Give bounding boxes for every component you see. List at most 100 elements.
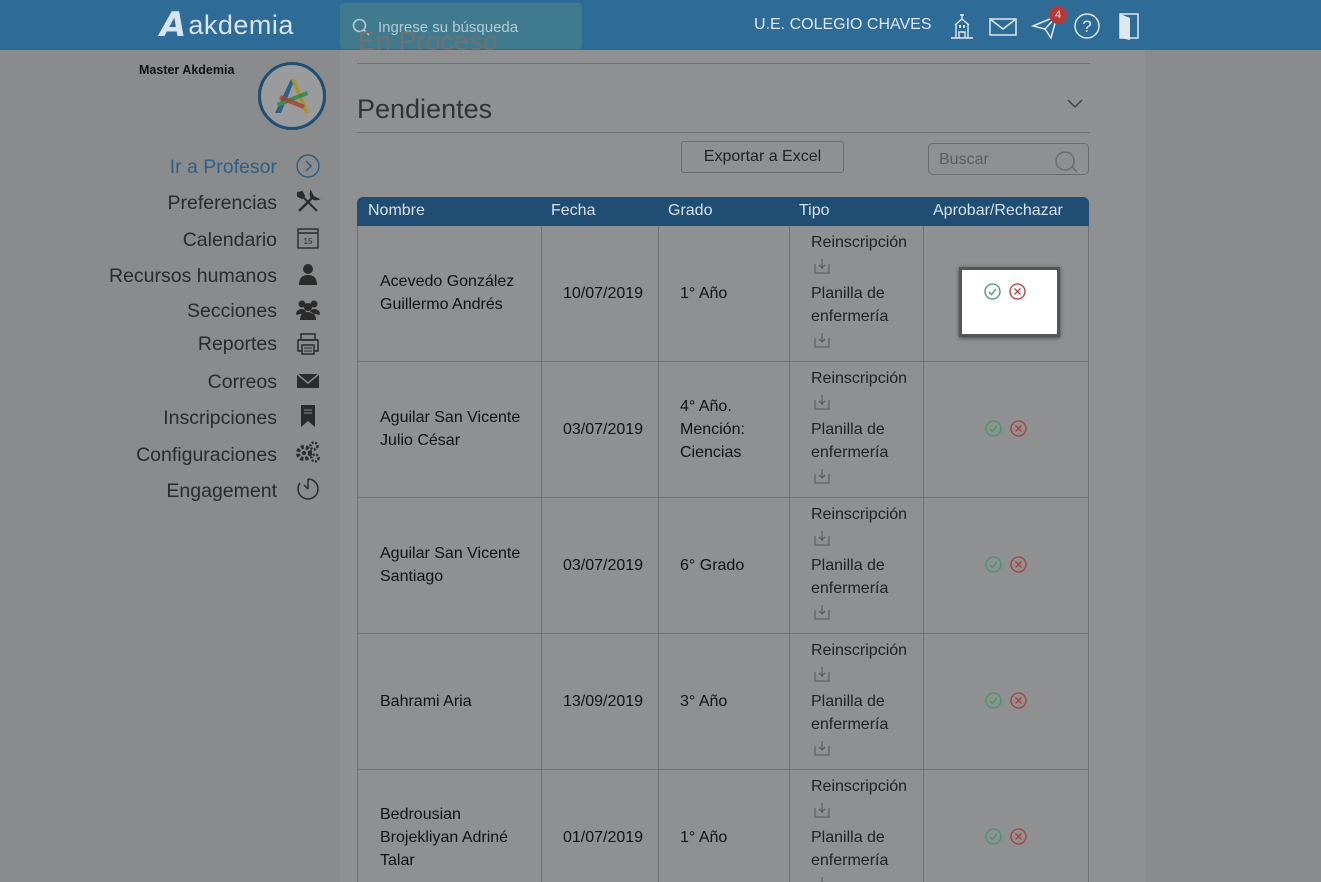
mail-icon[interactable] — [988, 11, 1018, 41]
sidebar: Master Akdemia Ir a Profesor Preferencia… — [0, 50, 340, 882]
date-cell: 03/07/2019 — [563, 557, 644, 574]
tools-icon[interactable] — [295, 189, 321, 215]
sidebar-item-recursos-humanos[interactable]: Recursos humanos — [109, 265, 277, 288]
sidebar-item-ir-a-profesor[interactable]: Ir a Profesor — [170, 156, 277, 179]
arrow-circle-icon[interactable] — [295, 153, 321, 179]
calendar-day: 15 — [304, 237, 313, 246]
tipo-planilla: enfermería — [811, 716, 889, 733]
grade-cell: Ciencias — [680, 444, 742, 461]
notification-badge: 4 — [1049, 6, 1067, 24]
top-bar: A akdemia U.E. COLEGIO CHAVES 4 ? — [0, 0, 1321, 50]
header-aprobar-rechazar: Aprobar/Rechazar — [933, 202, 1063, 219]
tipo-reinscripcion: Reinscripción — [811, 778, 908, 795]
student-name: Brojekliyan Adriné — [380, 829, 509, 846]
school-name: U.E. COLEGIO CHAVES — [754, 16, 932, 33]
calendar-icon[interactable]: 15 — [295, 225, 321, 251]
header-nombre[interactable]: Nombre — [368, 202, 425, 220]
approve-reject-highlight — [959, 267, 1060, 337]
approve-icon[interactable] — [985, 420, 1002, 437]
avatar[interactable] — [258, 62, 326, 130]
student-name: Talar — [380, 852, 415, 869]
timer-icon[interactable] — [295, 476, 321, 502]
download-icon[interactable] — [814, 332, 830, 348]
header-fecha[interactable]: Fecha — [551, 202, 595, 220]
sidebar-item-configuraciones[interactable]: Configuraciones — [136, 444, 277, 467]
bookmark-icon[interactable] — [295, 403, 321, 429]
export-excel-button[interactable]: Exportar a Excel — [681, 141, 844, 173]
sidebar-item-inscripciones[interactable]: Inscripciones — [163, 407, 277, 430]
date-cell: 10/07/2019 — [563, 285, 644, 302]
tipo-planilla: enfermería — [811, 852, 889, 869]
tipo-planilla: Planilla de — [811, 285, 885, 302]
student-name: Bedrousian — [380, 806, 461, 823]
table-row: Bedrousian Brojekliyan Adriné Talar 01/0… — [358, 770, 1088, 882]
student-name: Bahrami Aria — [380, 693, 472, 710]
reject-icon[interactable] — [1009, 283, 1026, 300]
table-row: Bahrami Aria 13/09/2019 3° Año Reinscrip… — [358, 634, 1088, 770]
reject-icon[interactable] — [1010, 420, 1027, 437]
student-name: Aguilar San Vicente — [380, 545, 521, 562]
grade-cell: 1° Año — [680, 285, 728, 302]
approve-icon[interactable] — [984, 283, 1001, 300]
tipo-planilla: enfermería — [811, 308, 889, 325]
sidebar-item-calendario[interactable]: Calendario — [183, 229, 277, 252]
student-name: Guillermo Andrés — [380, 296, 503, 313]
reject-icon[interactable] — [1010, 556, 1027, 573]
tipo-reinscripcion: Reinscripción — [811, 234, 908, 251]
sidebar-item-preferencias[interactable]: Preferencias — [168, 192, 277, 215]
grade-cell: Mención: — [680, 421, 745, 438]
grade-cell: 3° Año — [680, 693, 728, 710]
table-row: Aguilar San Vicente Santiago 03/07/2019 … — [358, 498, 1088, 634]
table-row: Aguilar San Vicente Julio César 03/07/20… — [358, 362, 1088, 498]
download-icon[interactable] — [814, 258, 830, 274]
download-icon[interactable] — [814, 666, 830, 682]
approve-icon[interactable] — [985, 692, 1002, 709]
download-icon[interactable] — [814, 802, 830, 818]
header-tipo[interactable]: Tipo — [799, 202, 830, 220]
sidebar-item-correos[interactable]: Correos — [208, 371, 277, 394]
sidebar-item-engagement[interactable]: Engagement — [166, 480, 277, 503]
download-icon[interactable] — [814, 468, 830, 484]
divider — [357, 132, 1090, 133]
download-icon[interactable] — [814, 394, 830, 410]
tipo-reinscripcion: Reinscripción — [811, 506, 908, 523]
akdemia-avatar-logo-icon — [275, 79, 309, 113]
school-icon[interactable] — [947, 11, 977, 41]
help-icon[interactable]: ? — [1072, 11, 1102, 41]
printer-icon[interactable] — [295, 331, 321, 357]
envelope-icon[interactable] — [295, 368, 321, 394]
en-proceso-title: En Proceso — [358, 26, 498, 56]
tipo-planilla: Planilla de — [811, 829, 885, 846]
user-name: Master Akdemia — [139, 63, 235, 77]
date-cell: 01/07/2019 — [563, 829, 644, 846]
table-search-input[interactable] — [939, 150, 1049, 170]
header-grado[interactable]: Grado — [668, 202, 712, 220]
download-icon[interactable] — [814, 530, 830, 546]
download-icon[interactable] — [814, 876, 830, 882]
tipo-planilla: Planilla de — [811, 421, 885, 438]
table-search[interactable] — [928, 143, 1089, 175]
pendientes-title: Pendientes — [357, 94, 493, 124]
reject-icon[interactable] — [1010, 828, 1027, 845]
tipo-reinscripcion: Reinscripción — [811, 642, 908, 659]
student-name: Aguilar San Vicente — [380, 409, 521, 426]
reject-icon[interactable] — [1010, 692, 1027, 709]
download-icon[interactable] — [814, 604, 830, 620]
tipo-reinscripcion: Reinscripción — [811, 370, 908, 387]
chevron-down-icon[interactable] — [1066, 98, 1084, 110]
search-icon[interactable] — [1053, 150, 1079, 174]
student-name: Julio César — [380, 432, 461, 449]
divider — [357, 63, 1090, 64]
gears-icon[interactable] — [295, 439, 321, 465]
approve-icon[interactable] — [985, 828, 1002, 845]
logout-icon[interactable] — [1114, 11, 1144, 41]
akdemia-logo[interactable]: A akdemia — [160, 6, 294, 44]
group-icon[interactable] — [295, 296, 321, 322]
download-icon[interactable] — [814, 740, 830, 756]
person-icon[interactable] — [295, 261, 321, 287]
approve-icon[interactable] — [985, 556, 1002, 573]
sidebar-item-secciones[interactable]: Secciones — [187, 300, 277, 323]
grade-cell: 4° Año. — [680, 398, 732, 415]
sidebar-item-reportes[interactable]: Reportes — [198, 333, 277, 356]
date-cell: 13/09/2019 — [563, 693, 644, 710]
